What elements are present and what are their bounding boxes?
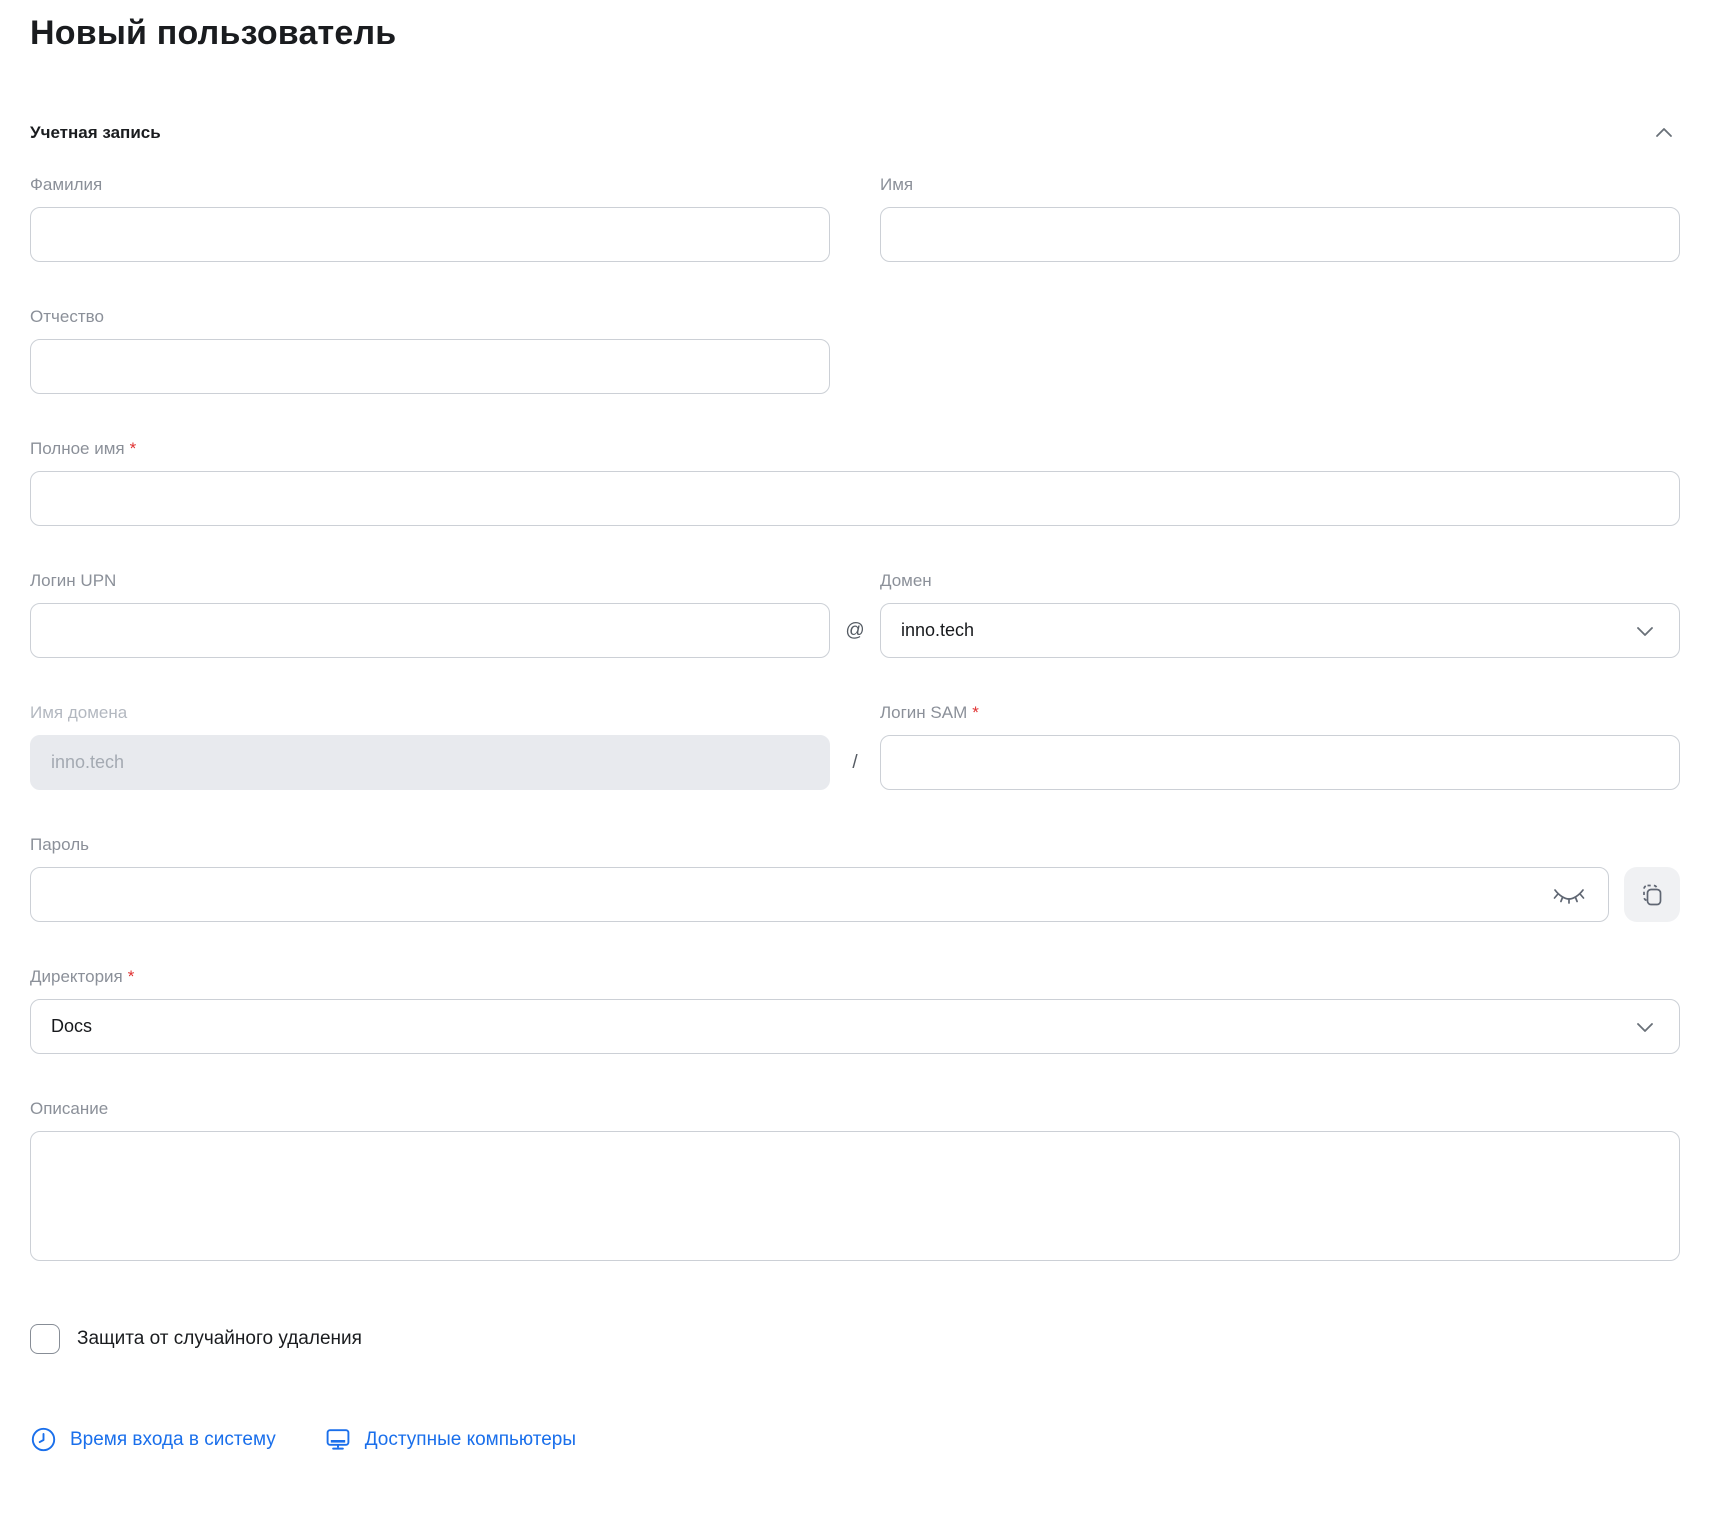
required-marker: * [972,703,979,722]
sam-login-label: Логин SAM* [880,703,1680,723]
chevron-down-icon [1633,619,1657,643]
domain-name-input [30,735,830,790]
required-marker: * [128,967,135,986]
section-collapse-button[interactable] [1648,117,1680,149]
last-name-label: Фамилия [30,175,830,195]
account-section-title: Учетная запись [30,123,161,143]
full-name-label: Полное имя* [30,439,1680,459]
page-title: Новый пользователь [30,14,1680,53]
middle-name-field: Отчество [30,307,830,394]
password-input[interactable] [30,867,1609,922]
slash-separator: / [830,735,880,790]
first-name-input[interactable] [880,207,1680,262]
description-textarea[interactable] [30,1131,1680,1261]
last-name-field: Фамилия [30,175,830,262]
directory-select-value: Docs [51,1016,92,1037]
first-name-field: Имя [880,175,1680,262]
description-label: Описание [30,1099,1680,1119]
full-name-input[interactable] [30,471,1680,526]
password-row: Пароль [30,835,1680,922]
sam-login-input[interactable] [880,735,1680,790]
domain-field: Домен inno.tech [880,571,1680,658]
domain-select[interactable]: inno.tech [880,603,1680,658]
logon-time-link[interactable]: Время входа в систему [30,1426,276,1453]
middle-name-row: Отчество [30,307,1680,394]
at-separator: @ [830,603,880,658]
domain-select-value: inno.tech [901,620,974,641]
chevron-up-icon [1652,121,1676,145]
password-label: Пароль [30,835,1680,855]
sam-login-field: Логин SAM* [880,703,1680,790]
footer-links: Время входа в систему Доступные компьюте… [30,1426,1680,1453]
required-marker: * [130,439,137,458]
protection-checkbox[interactable] [30,1324,60,1354]
domain-label: Домен [880,571,1680,591]
copy-icon [1639,882,1665,908]
domain-name-sam-row: Имя домена / Логин SAM* [30,703,1680,790]
account-section-header: Учетная запись [30,117,1680,149]
full-name-field: Полное имя* [30,439,1680,526]
copy-password-button[interactable] [1624,867,1680,922]
toggle-password-visibility-button[interactable] [1549,880,1589,910]
middle-name-input[interactable] [30,339,830,394]
last-name-input[interactable] [30,207,830,262]
new-user-page: Новый пользователь Учетная запись Фамили… [0,0,1719,1453]
first-name-label: Имя [880,175,1680,195]
monitor-icon [324,1426,352,1453]
domain-name-field: Имя домена [30,703,830,790]
protection-checkbox-label: Защита от случайного удаления [77,1328,362,1350]
directory-select[interactable]: Docs [30,999,1680,1054]
domain-name-label: Имя домена [30,703,830,723]
protection-checkbox-row: Защита от случайного удаления [30,1324,1680,1354]
clock-icon [30,1426,57,1453]
upn-login-input[interactable] [30,603,830,658]
description-row: Описание [30,1099,1680,1266]
eye-closed-icon [1551,882,1587,908]
upn-login-field: Логин UPN [30,571,830,658]
upn-domain-row: Логин UPN @ Домен inno.tech [30,571,1680,658]
upn-login-label: Логин UPN [30,571,830,591]
row-gap [830,207,880,262]
name-row: Фамилия Имя [30,175,1680,262]
full-name-row: Полное имя* [30,439,1680,526]
directory-row: Директория* Docs [30,967,1680,1054]
middle-name-label: Отчество [30,307,830,327]
available-computers-link[interactable]: Доступные компьютеры [324,1426,576,1453]
directory-label: Директория* [30,967,1680,987]
chevron-down-icon [1633,1015,1657,1039]
